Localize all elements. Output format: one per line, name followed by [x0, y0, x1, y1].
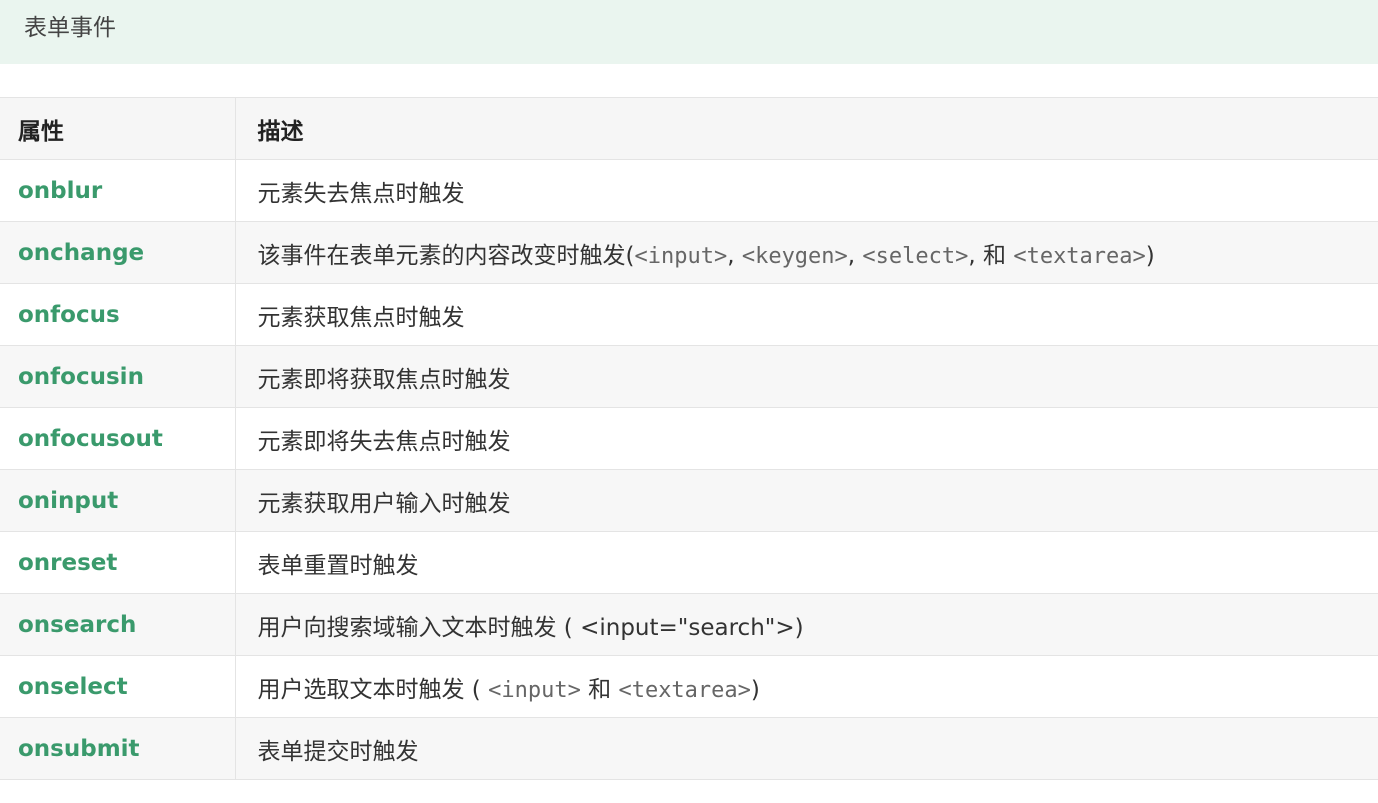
- events-table: 属性 描述 onblur 元素失去焦点时触发 onchange 该事件在表单元素…: [0, 97, 1378, 780]
- separator: 和: [580, 676, 619, 703]
- code-snippet: <select>: [862, 243, 969, 269]
- table-header-row: 属性 描述: [0, 97, 1378, 160]
- separator: , 和: [968, 242, 1014, 269]
- attribute-name: onfocusout: [18, 425, 163, 452]
- attribute-description: 元素失去焦点时触发: [257, 180, 465, 207]
- attribute-name: onfocus: [18, 301, 120, 328]
- attribute-name: oninput: [18, 487, 119, 514]
- description-text: 该事件在表单元素的内容改变时触发(: [257, 242, 635, 269]
- attribute-description: 元素即将获取焦点时触发: [257, 366, 511, 393]
- attribute-name: onsearch: [18, 611, 137, 638]
- description-text: 用户选取文本时触发 (: [257, 676, 489, 703]
- code-snippet: <input>: [634, 243, 728, 269]
- section-header: 表单事件: [0, 0, 1378, 64]
- attribute-name: onblur: [18, 177, 103, 204]
- attribute-description: 用户向搜索域输入文本时触发 ( <input="search">): [257, 614, 804, 641]
- attribute-description: 元素获取用户输入时触发: [257, 490, 511, 517]
- table-row: oninput 元素获取用户输入时触发: [0, 469, 1378, 532]
- table-row: onselect 用户选取文本时触发 ( <input> 和 <textarea…: [0, 655, 1378, 718]
- attribute-description: 元素获取焦点时触发: [257, 304, 465, 331]
- table-row: onreset 表单重置时触发: [0, 531, 1378, 594]
- header-description: 描述: [235, 97, 1378, 160]
- attribute-name: onchange: [18, 239, 145, 266]
- code-snippet: <keygen>: [741, 243, 848, 269]
- suffix: ): [750, 676, 760, 703]
- table-row: onsearch 用户向搜索域输入文本时触发 ( <input="search"…: [0, 593, 1378, 656]
- header-attribute: 属性: [0, 97, 236, 160]
- table-row: onsubmit 表单提交时触发: [0, 717, 1378, 780]
- attribute-name: onsubmit: [18, 735, 140, 762]
- table-row: onfocusout 元素即将失去焦点时触发: [0, 407, 1378, 470]
- attribute-description: 该事件在表单元素的内容改变时触发(<input>, <keygen>, <sel…: [258, 243, 1155, 269]
- table-row: onfocusin 元素即将获取焦点时触发: [0, 345, 1378, 408]
- suffix: ): [1145, 242, 1155, 269]
- table-row: onblur 元素失去焦点时触发: [0, 159, 1378, 222]
- code-snippet: <input>: [488, 677, 581, 703]
- attribute-name: onselect: [18, 673, 128, 700]
- attribute-name: onfocusin: [18, 363, 144, 390]
- code-snippet: <textarea>: [618, 677, 751, 703]
- attribute-description: 元素即将失去焦点时触发: [257, 428, 511, 455]
- section-title: 表单事件: [24, 15, 116, 41]
- attribute-description: 表单重置时触发: [257, 552, 419, 579]
- attribute-description: 表单提交时触发: [257, 738, 419, 765]
- table-row: onchange 该事件在表单元素的内容改变时触发(<input>, <keyg…: [0, 221, 1378, 284]
- attribute-name: onreset: [18, 549, 118, 576]
- separator: ,: [727, 242, 742, 269]
- code-snippet: <textarea>: [1013, 243, 1146, 269]
- table-row: onfocus 元素获取焦点时触发: [0, 283, 1378, 346]
- separator: ,: [847, 242, 863, 269]
- attribute-description: 用户选取文本时触发 ( <input> 和 <textarea>): [258, 677, 760, 703]
